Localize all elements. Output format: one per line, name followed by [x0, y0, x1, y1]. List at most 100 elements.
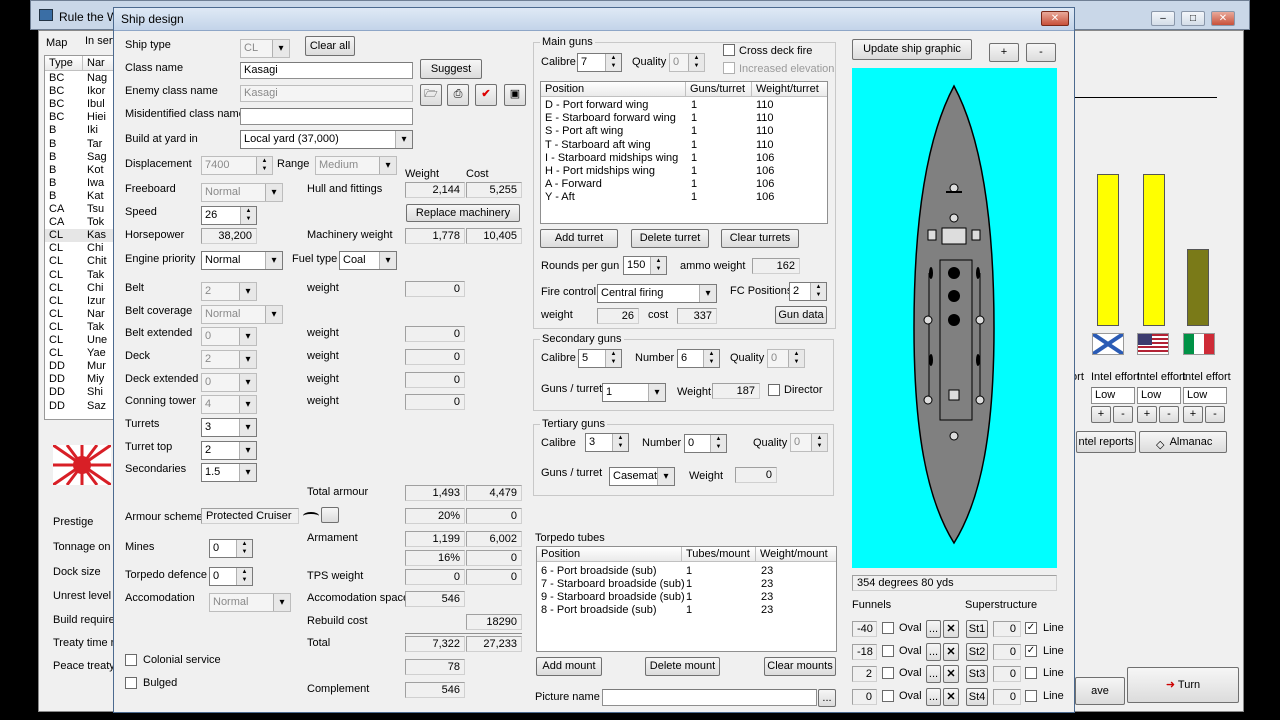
intel-italy[interactable]: Low [1183, 387, 1227, 404]
intel-usa[interactable]: Low [1137, 387, 1181, 404]
torpedo-row[interactable]: 8 - Port broadside (sub) 1 23 [537, 604, 836, 617]
superstructure-button[interactable]: St1 [966, 620, 988, 638]
torpedo-header[interactable]: Tubes/mount [682, 547, 756, 562]
delete-funnel-icon[interactable]: ✕ [943, 687, 959, 706]
intel-reports-button[interactable]: ntel reports [1076, 431, 1136, 453]
superstructure-button[interactable]: St2 [966, 642, 988, 661]
mines-spinner[interactable]: 0 [209, 539, 253, 558]
main-guns-list[interactable]: Position Guns/turret Weight/turret D - Por… [540, 81, 828, 224]
main-guns-header[interactable]: Weight/turret [752, 82, 827, 97]
funnel-oval-checkbox[interactable] [882, 644, 894, 657]
secondaries-select[interactable]: 1.5 [201, 463, 257, 482]
ship-list-row[interactable]: CL Une [45, 334, 117, 347]
superstructure-line-checkbox[interactable] [1025, 667, 1037, 679]
ter-calibre-spinner[interactable]: 3 [585, 433, 629, 452]
maximize-button[interactable]: □ [1181, 11, 1205, 26]
main-gun-row[interactable]: T - Starboard aft wing 1 110 [541, 139, 827, 152]
ship-list-row[interactable]: CL Chi [45, 242, 117, 255]
gun-data-button[interactable]: Gun data [775, 306, 827, 324]
ship-list-row[interactable]: CL Chit [45, 255, 117, 268]
ship-list-row[interactable]: B Kot [45, 164, 117, 177]
clear-mounts-button[interactable]: Clear mounts [764, 657, 836, 676]
intel-russia[interactable]: Low [1091, 387, 1135, 404]
ship-list-row[interactable]: B Tar [45, 138, 117, 151]
ship-list-row[interactable]: CL Yae [45, 347, 117, 360]
ship-list-row[interactable]: CL Tak [45, 321, 117, 334]
save-button[interactable]: ave [1075, 677, 1125, 705]
sec-calibre-spinner[interactable]: 5 [578, 349, 622, 368]
ship-list-row[interactable]: BC Ikor [45, 85, 117, 98]
intel-plus-button-2[interactable]: + [1137, 406, 1157, 423]
ship-list-row[interactable]: CL Kas [45, 229, 117, 243]
delete-mount-button[interactable]: Delete mount [645, 657, 720, 676]
delete-turret-button[interactable]: Delete turret [631, 229, 709, 248]
engine-priority-select[interactable]: Normal [201, 251, 283, 270]
ship-list-row[interactable]: CA Tok [45, 216, 117, 229]
superstructure-line-checkbox[interactable]: ✓ [1025, 622, 1037, 634]
tab-map[interactable]: Map [46, 36, 67, 50]
browse-picture-button[interactable]: ... [818, 689, 836, 707]
main-guns-header[interactable]: Position [541, 82, 686, 97]
superstructure-line-checkbox[interactable]: ✓ [1025, 644, 1037, 657]
torpedo-row[interactable]: 9 - Starboard broadside (sub) 1 23 [537, 591, 836, 604]
zoom-in-button[interactable]: + [989, 43, 1019, 62]
ship-list-row[interactable]: BC Nag [45, 72, 117, 85]
increased-elevation-checkbox[interactable] [723, 62, 735, 74]
replace-machinery-button[interactable]: Replace machinery [406, 204, 520, 222]
scheme-slider-thumb[interactable] [321, 507, 339, 523]
ship-list-row[interactable]: CL Izur [45, 295, 117, 308]
add-mount-button[interactable]: Add mount [536, 657, 602, 676]
speed-spinner[interactable]: 26 [201, 206, 257, 225]
turret-top-select[interactable]: 2 [201, 441, 257, 460]
bulged-checkbox[interactable] [125, 677, 137, 689]
torpedo-row[interactable]: 7 - Starboard broadside (sub) 1 23 [537, 578, 836, 591]
save-disk-icon[interactable]: ▣ [504, 84, 526, 106]
colonial-service-checkbox[interactable] [125, 654, 137, 666]
ship-list-row[interactable]: DD Miy [45, 373, 117, 386]
ship-list-row[interactable]: CL Chi [45, 282, 117, 295]
intel-minus-button-3[interactable]: - [1205, 406, 1225, 423]
ship-list-row[interactable]: CL Nar [45, 308, 117, 321]
checkmark-icon[interactable]: ✔ [475, 84, 497, 106]
delete-funnel-icon[interactable]: ✕ [943, 642, 959, 661]
ship-list[interactable]: Type Nar BC Nag BC Ikor BC Ibul BC Hiei B Iki B Tar… [44, 55, 117, 420]
clear-all-button[interactable]: Clear all [305, 36, 355, 56]
ter-number-spinner[interactable]: 0 [684, 434, 727, 453]
funnel-more-button[interactable]: ... [926, 687, 941, 706]
sec-gpt-select[interactable]: 1 [602, 383, 666, 402]
ship-list-row[interactable]: B Iki [45, 124, 117, 137]
ship-list-row[interactable]: DD Mur [45, 360, 117, 373]
ship-list-row[interactable]: B Kat [45, 190, 117, 203]
close-button[interactable]: ✕ [1211, 11, 1235, 26]
rounds-spinner[interactable]: 150 [623, 256, 667, 275]
ship-list-row[interactable]: DD Saz [45, 400, 117, 413]
torpedo-list[interactable]: Position Tubes/mount Weight/mount 6 - Port… [536, 546, 837, 652]
list-header-name[interactable]: Nar [83, 56, 117, 71]
fc-positions-spinner[interactable]: 2 [789, 282, 827, 301]
turrets-select[interactable]: 3 [201, 418, 257, 437]
torpedo-header[interactable]: Weight/mount [756, 547, 836, 562]
ship-list-row[interactable]: CL Tak [45, 269, 117, 282]
director-checkbox[interactable] [768, 384, 780, 396]
open-folder-icon[interactable]: 🗁 [420, 84, 442, 106]
main-gun-row[interactable]: I - Starboard midships wing 1 106 [541, 152, 827, 165]
main-gun-row[interactable]: E - Starboard forward wing 1 110 [541, 112, 827, 125]
suggest-button[interactable]: Suggest [420, 59, 482, 79]
torpedo-header[interactable]: Position [537, 547, 682, 562]
intel-minus-button[interactable]: - [1113, 406, 1133, 423]
funnel-oval-checkbox[interactable] [882, 622, 894, 634]
intel-plus-button-3[interactable]: + [1183, 406, 1203, 423]
main-calibre-spinner[interactable]: 7 [577, 53, 622, 72]
delete-funnel-icon[interactable]: ✕ [943, 620, 959, 638]
main-gun-row[interactable]: S - Port aft wing 1 110 [541, 125, 827, 138]
add-turret-button[interactable]: Add turret [540, 229, 618, 248]
intel-minus-button-2[interactable]: - [1159, 406, 1179, 423]
clear-turrets-button[interactable]: Clear turrets [721, 229, 799, 248]
picture-name-input[interactable] [602, 689, 817, 706]
almanac-button[interactable]: ◇ Almanac [1139, 431, 1227, 453]
main-guns-header[interactable]: Guns/turret [686, 82, 752, 97]
scheme-slider-icon[interactable] [303, 512, 319, 520]
fuel-type-select[interactable]: Coal [339, 251, 397, 270]
funnel-more-button[interactable]: ... [926, 642, 941, 661]
main-gun-row[interactable]: Y - Aft 1 106 [541, 191, 827, 204]
